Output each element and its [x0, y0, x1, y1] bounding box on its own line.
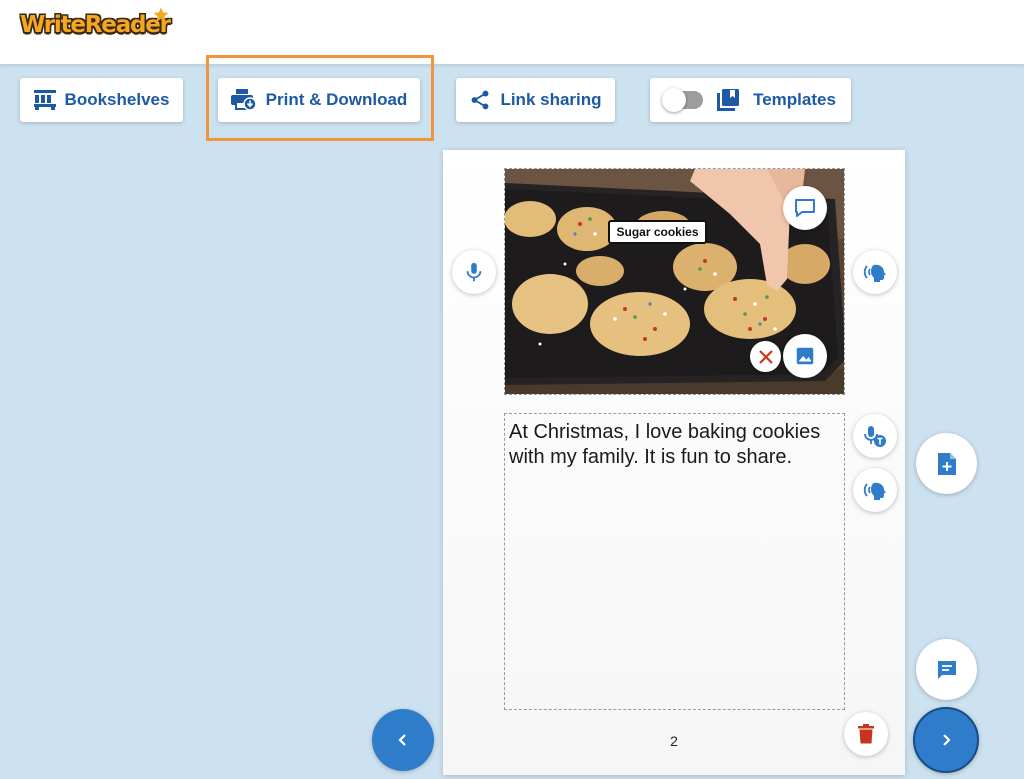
delete-page-button[interactable]	[844, 712, 888, 756]
bookshelves-label: Bookshelves	[64, 90, 170, 109]
speech-to-text-button[interactable]	[853, 414, 897, 458]
bookshelves-button[interactable]: Bookshelves	[20, 78, 183, 122]
writereader-logo[interactable]: WriteReader	[20, 12, 171, 38]
record-audio-button[interactable]	[452, 250, 496, 294]
page-text-area[interactable]: At Christmas, I love baking cookies with…	[504, 413, 845, 710]
change-image-button[interactable]	[783, 334, 827, 378]
chevron-left-icon	[398, 734, 406, 746]
templates-toggle[interactable]	[662, 88, 704, 112]
toggle-knob	[662, 88, 687, 112]
link-sharing-button[interactable]: Link sharing	[456, 78, 615, 122]
templates-icon	[717, 89, 740, 111]
previous-page-button[interactable]	[372, 709, 434, 771]
comment-icon	[937, 660, 956, 679]
speech-bubble-button[interactable]	[783, 186, 827, 230]
comments-button[interactable]	[916, 639, 977, 700]
page-number: 2	[670, 733, 678, 749]
image-caption[interactable]: Sugar cookies	[608, 220, 707, 244]
close-icon	[758, 349, 773, 364]
read-aloud-image-button[interactable]	[853, 250, 897, 294]
next-page-button[interactable]	[913, 707, 979, 773]
remove-image-button[interactable]	[750, 341, 781, 372]
read-aloud-icon	[863, 264, 886, 282]
trash-icon	[858, 724, 874, 744]
read-aloud-icon	[863, 482, 886, 500]
speech-to-text-icon	[864, 426, 886, 447]
templates-label: Templates	[753, 90, 836, 109]
print-download-label: Print & Download	[265, 90, 408, 109]
templates-button[interactable]: Templates	[650, 78, 851, 122]
add-page-button[interactable]	[916, 433, 977, 494]
print-download-button[interactable]: Print & Download	[218, 78, 420, 122]
top-header: WriteReader	[0, 0, 1024, 64]
bookshelves-icon	[33, 90, 56, 110]
star-icon	[153, 7, 169, 22]
link-sharing-label: Link sharing	[500, 90, 602, 109]
printer-download-icon	[230, 89, 257, 111]
microphone-icon	[466, 262, 482, 282]
add-page-icon	[937, 452, 956, 475]
chevron-right-icon	[943, 734, 951, 746]
read-aloud-text-button[interactable]	[853, 468, 897, 512]
share-icon	[472, 90, 489, 110]
image-icon	[796, 347, 814, 365]
speech-bubble-icon	[795, 199, 815, 217]
